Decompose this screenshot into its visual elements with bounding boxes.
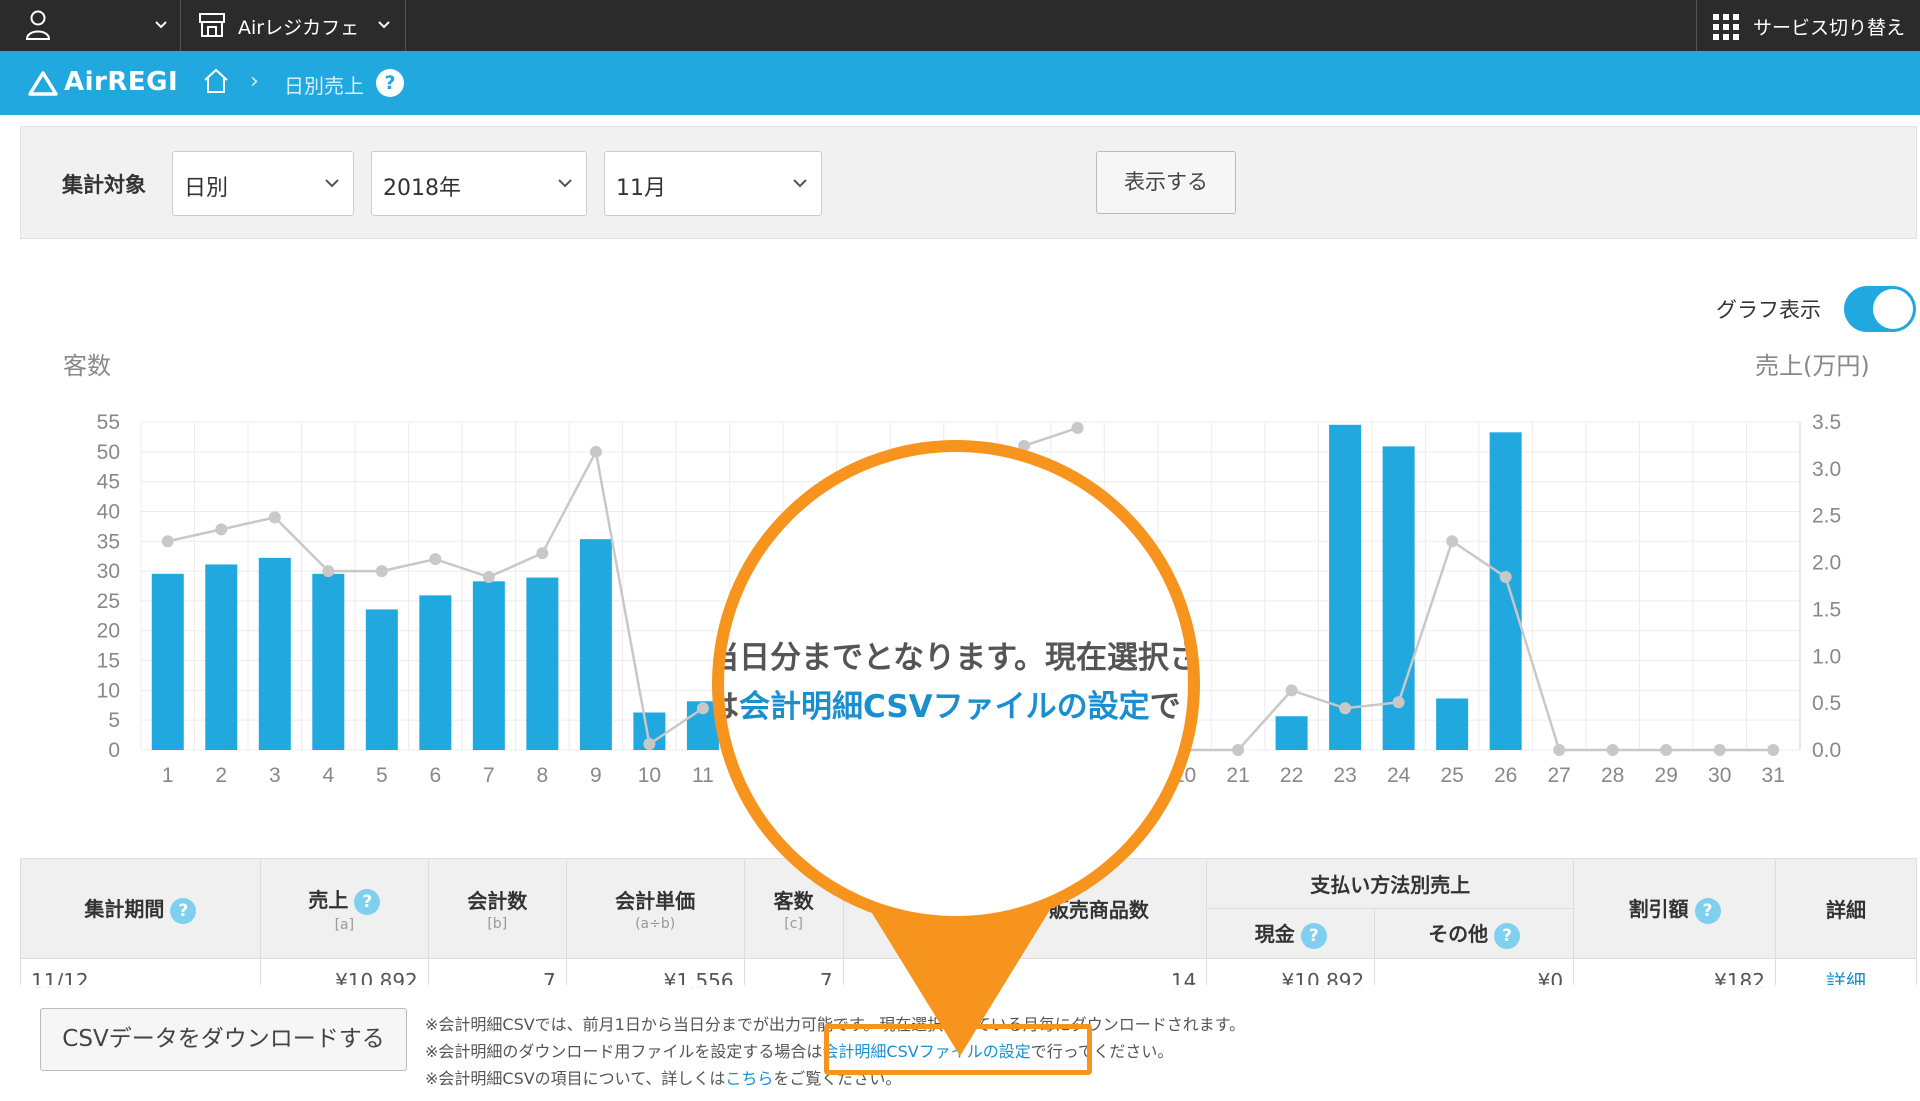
magnifier-callout: 当日分までとなります。現在選択さ は会計明細CSVファイルの設定で xyxy=(712,440,1200,928)
zoom-line-1: 当日分までとなります。現在選択さ xyxy=(712,640,1200,676)
zoom-line-2: は会計明細CSVファイルの設定で xyxy=(724,689,1181,725)
